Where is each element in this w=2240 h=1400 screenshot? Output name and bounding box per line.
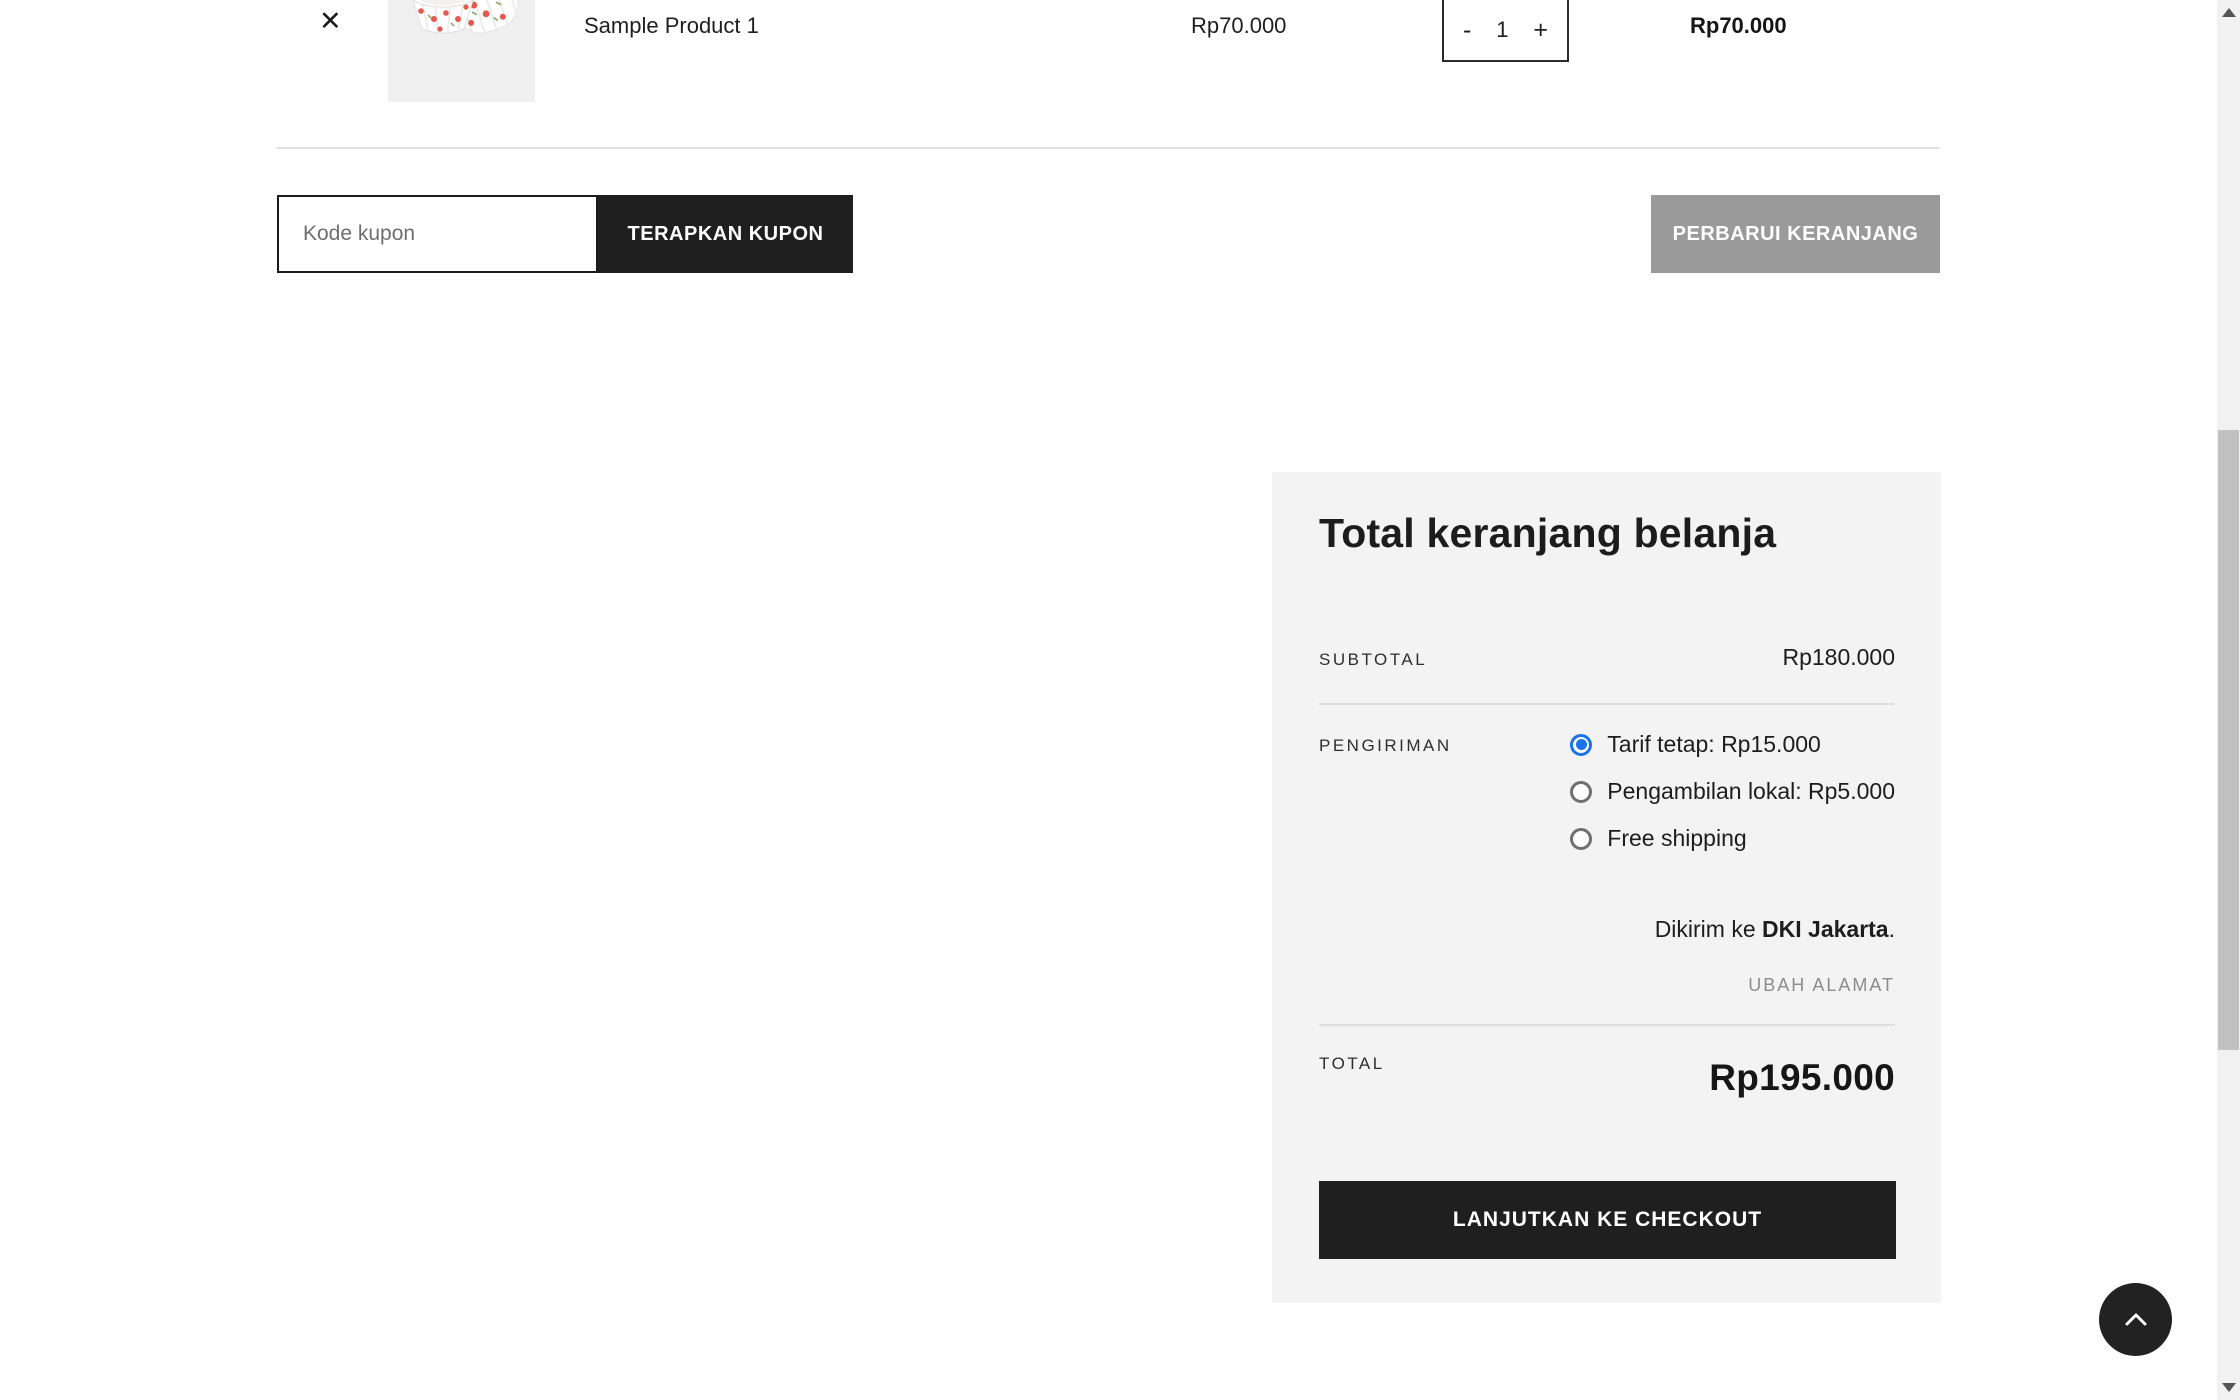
shipping-option-label: Tarif tetap: Rp15.000 (1607, 728, 1821, 761)
update-cart-button[interactable]: PERBARUI KERANJANG (1651, 195, 1940, 273)
quantity-value[interactable]: 1 (1496, 16, 1508, 44)
strawberry-baking-cups-image (388, 0, 535, 102)
radio-button-icon[interactable] (1570, 828, 1592, 850)
shipping-option[interactable]: Pengambilan lokal: Rp5.000 (1570, 775, 1895, 808)
product-name[interactable]: Sample Product 1 (584, 13, 759, 39)
total-label: TOTAL (1319, 1054, 1385, 1074)
total-row: TOTAL Rp195.000 (1319, 1054, 1895, 1099)
scrollbar[interactable] (2217, 0, 2240, 1400)
shipping-option[interactable]: Tarif tetap: Rp15.000 (1570, 728, 1821, 761)
shipping-label: PENGIRIMAN (1319, 736, 1452, 756)
destination-suffix: . (1889, 916, 1895, 942)
scrollbar-thumb[interactable] (2218, 430, 2239, 1050)
cart-item-row: ✕ (276, 0, 1940, 149)
apply-coupon-button[interactable]: TERAPKAN KUPON (598, 195, 853, 273)
quantity-increase-button[interactable]: + (1533, 16, 1548, 44)
proceed-to-checkout-button[interactable]: LANJUTKAN KE CHECKOUT (1319, 1181, 1896, 1259)
cart-totals-panel: Total keranjang belanja SUBTOTAL Rp180.0… (1272, 472, 1941, 1303)
product-thumbnail[interactable] (388, 0, 535, 102)
destination-region: DKI Jakarta (1762, 916, 1889, 942)
subtotal-row: SUBTOTAL Rp180.000 (1319, 644, 1895, 671)
remove-item-icon[interactable]: ✕ (319, 8, 342, 35)
shipping-option-label: Free shipping (1607, 822, 1746, 855)
radio-button-icon[interactable] (1570, 734, 1592, 756)
chevron-up-icon (2121, 1310, 2151, 1330)
shipping-option-label: Pengambilan lokal: Rp5.000 (1607, 775, 1895, 808)
change-address-link[interactable]: UBAH ALAMAT (1748, 975, 1895, 996)
divider (1319, 1024, 1895, 1026)
quantity-decrease-button[interactable]: - (1463, 16, 1471, 44)
product-price: Rp70.000 (1191, 13, 1286, 39)
shipping-option[interactable]: Free shipping (1570, 822, 1746, 855)
coupon-code-input[interactable] (277, 195, 598, 273)
quantity-stepper: - 1 + (1442, 0, 1569, 62)
scrollbar-down-arrow-icon[interactable] (2222, 1383, 2236, 1392)
subtotal-label: SUBTOTAL (1319, 650, 1427, 670)
product-line-subtotal: Rp70.000 (1690, 13, 1787, 39)
shipping-destination-text: Dikirim ke DKI Jakarta. (1655, 916, 1895, 943)
scrollbar-up-arrow-icon[interactable] (2222, 8, 2236, 17)
total-value: Rp195.000 (1709, 1057, 1895, 1099)
divider (1319, 703, 1895, 705)
scroll-to-top-button[interactable] (2099, 1283, 2172, 1356)
radio-button-icon[interactable] (1570, 781, 1592, 803)
shipping-options: Tarif tetap: Rp15.000 Pengambilan lokal:… (1570, 728, 1895, 855)
cart-totals-title: Total keranjang belanja (1319, 510, 1776, 557)
subtotal-value: Rp180.000 (1782, 644, 1895, 671)
destination-prefix: Dikirim ke (1655, 916, 1762, 942)
